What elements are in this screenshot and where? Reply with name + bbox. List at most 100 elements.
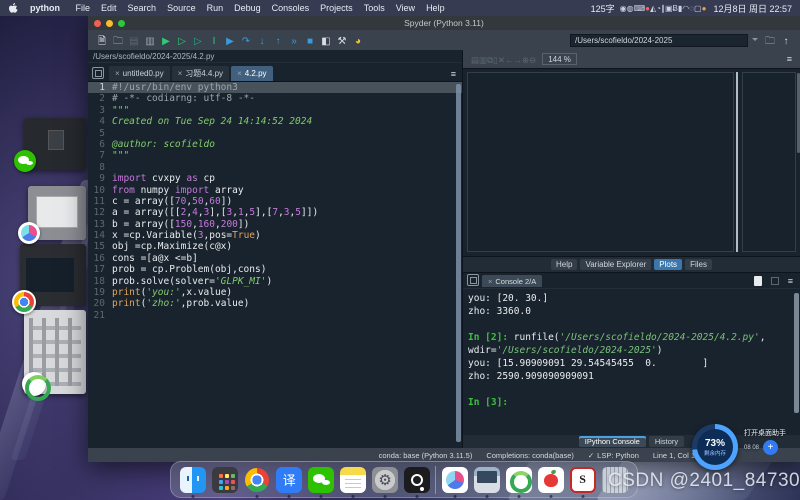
window-title-bar[interactable]: Spyder (Python 3.11) [88,16,800,30]
dock-item-wechat[interactable] [308,466,335,493]
code-line[interactable]: 6@author: scofieldo [88,139,462,150]
run-cell-button[interactable]: ▷ [174,34,190,48]
keyboard-icon[interactable]: ⌨ [634,4,646,13]
open-file-button[interactable]: 🗀 [110,35,126,49]
mic-icon[interactable]: ◍ [627,4,634,13]
pane-tab-variable-explorer[interactable]: Variable Explorer [580,259,651,270]
pane-tab-help[interactable]: Help [551,259,577,270]
remove-all-plots-button[interactable]: ✕ [498,55,505,65]
input-source-icon[interactable]: ● [702,4,707,13]
active-app-name[interactable]: python [25,3,65,13]
stop-button[interactable]: ■ [302,34,318,48]
menu-item-projects[interactable]: Projects [315,3,359,13]
run-selection-button[interactable]: I [206,34,222,48]
code-line[interactable]: 21 [88,310,462,321]
code-line[interactable]: 11c = array([70,50,60]) [88,196,462,207]
close-console-icon[interactable]: × [488,277,492,286]
editor-tab-习题4.4.py[interactable]: ×习题4.4.py [172,66,229,81]
code-line[interactable]: 14x =cp.Variable(3,pos=True) [88,230,462,241]
tab-ipython-console[interactable]: IPython Console [579,436,646,447]
save-all-button[interactable]: ▥ [142,34,158,48]
menu-item-source[interactable]: Source [162,3,202,13]
zoom-out-button[interactable]: ⊖ [529,55,536,65]
dock-item-desktop-preview[interactable] [473,466,500,493]
code-line[interactable]: 20print('zho:',prob.value) [88,298,462,309]
code-line[interactable]: 17prob = cp.Problem(obj,cons) [88,264,462,275]
screen-mirror-icon[interactable]: ◉ [620,4,627,13]
dock-item-launchpad[interactable] [212,466,239,493]
plots-options-menu-icon[interactable]: ≡ [787,54,792,64]
apple-menu-icon[interactable] [8,3,18,13]
step-return-button[interactable]: ↑ [270,34,286,48]
conda-env-status[interactable]: conda: base (Python 3.11.5) [379,451,473,460]
menu-item-search[interactable]: Search [122,3,162,13]
zoom-in-button[interactable]: ⊕ [522,55,529,65]
code-line[interactable]: 15obj =cp.Maximize(c@x) [88,241,462,252]
menu-item-debug[interactable]: Debug [229,3,267,13]
dock-item-finder[interactable] [180,466,207,493]
dock-item-translate[interactable]: 译 [276,466,303,493]
code-line[interactable]: 12a = array([[2,4,3],[3,1,5],[7,3,5]]) [88,207,462,218]
lsp-status[interactable]: ✓ LSP: Python [588,451,639,460]
tab-history[interactable]: History [649,436,684,447]
plots-zoom-level[interactable]: 144 % [542,53,577,65]
menu-item-consoles[interactable]: Consoles [266,3,315,13]
menu-item-edit[interactable]: Edit [96,3,123,13]
code-line[interactable]: 3""" [88,105,462,116]
menu-item-run[interactable]: Run [201,3,229,13]
new-console-icon[interactable] [754,276,762,286]
menu-item-view[interactable]: View [390,3,420,13]
code-line[interactable]: 5 [88,128,462,139]
editor-scrollbar[interactable] [456,84,461,442]
editor-tab-untitled0.py[interactable]: ×untitled0.py [109,66,170,81]
assistant-plus-button[interactable]: + [763,440,778,455]
dock-item-passwords[interactable] [404,466,431,493]
browse-consoles-icon[interactable] [467,274,479,286]
run-cell-advance-button[interactable]: ▷ [190,34,206,48]
dock-item-notes[interactable] [340,466,367,493]
dock-item-chrome[interactable] [244,466,271,493]
pythonpath-button[interactable]: ◕ [350,34,366,48]
completions-status[interactable]: Completions: conda(base) [486,451,574,460]
working-directory-field[interactable]: /Users/scofieldo/2024-2025 [570,34,748,47]
code-line[interactable]: 10from numpy import array [88,185,462,196]
code-line[interactable]: 19print('you:',x.value) [88,287,462,298]
step-into-button[interactable]: ↓ [254,34,270,48]
console-tab[interactable]: × Console 2/A [482,275,542,287]
dock-item-app-chess[interactable]: S [569,466,596,493]
code-line[interactable]: 18prob.solve(solver='GLPK_MI') [88,276,462,287]
code-line[interactable]: 8 [88,162,462,173]
save-plot-button[interactable]: ▤ [471,55,479,65]
editor-tab-4.2.py[interactable]: ×4.2.py [231,66,272,81]
code-editor[interactable]: 1#!/usr/bin/env python32# -*- codiarng: … [88,82,462,448]
code-line[interactable]: 4Created on Tue Sep 24 14:14:52 2024 [88,116,462,127]
code-line[interactable]: 1#!/usr/bin/env python3 [88,82,462,93]
debug-continue-button[interactable]: ↷ [238,34,254,48]
memory-widget[interactable]: 73% 剩余内存 打开桌面助手 08 08 + [692,424,786,470]
close-tab-icon[interactable]: × [115,69,120,78]
menu-item-tools[interactable]: Tools [358,3,390,13]
save-all-plots-button[interactable]: ▥ [479,55,487,65]
code-line[interactable]: 13b = array([150,160,200]) [88,219,462,230]
debug-file-button[interactable]: ▶ [222,34,238,48]
close-tab-icon[interactable]: × [178,69,183,78]
working-dir-dropdown-icon[interactable] [752,38,758,44]
memory-ring[interactable]: 73% 剩余内存 [692,424,738,470]
dock-item-app-green-ring[interactable] [505,466,532,493]
browse-working-dir-button[interactable]: 🗀 [762,35,778,49]
plot-thumbnails-strip[interactable] [742,72,796,252]
display-icon[interactable]: ▢ [694,4,702,13]
input-method-chars[interactable]: 125字 [591,2,615,15]
interrupt-kernel-icon[interactable] [771,277,779,285]
dock-item-settings[interactable]: ⚙ [372,466,399,493]
menu-clock[interactable]: 12月8日 周日 22:57 [713,2,792,15]
next-plot-button[interactable]: → [513,55,522,65]
window-icon[interactable]: ▣ [665,4,673,13]
pane-tab-plots[interactable]: Plots [654,259,682,270]
editor-options-menu-icon[interactable]: ≡ [451,69,460,81]
console-scrollbar[interactable] [794,293,799,413]
close-tab-icon[interactable]: × [237,69,242,78]
code-line[interactable]: 9import cvxpy as cp [88,173,462,184]
dock-item-app-pink[interactable] [441,466,468,493]
pane-tab-files[interactable]: Files [685,259,712,270]
